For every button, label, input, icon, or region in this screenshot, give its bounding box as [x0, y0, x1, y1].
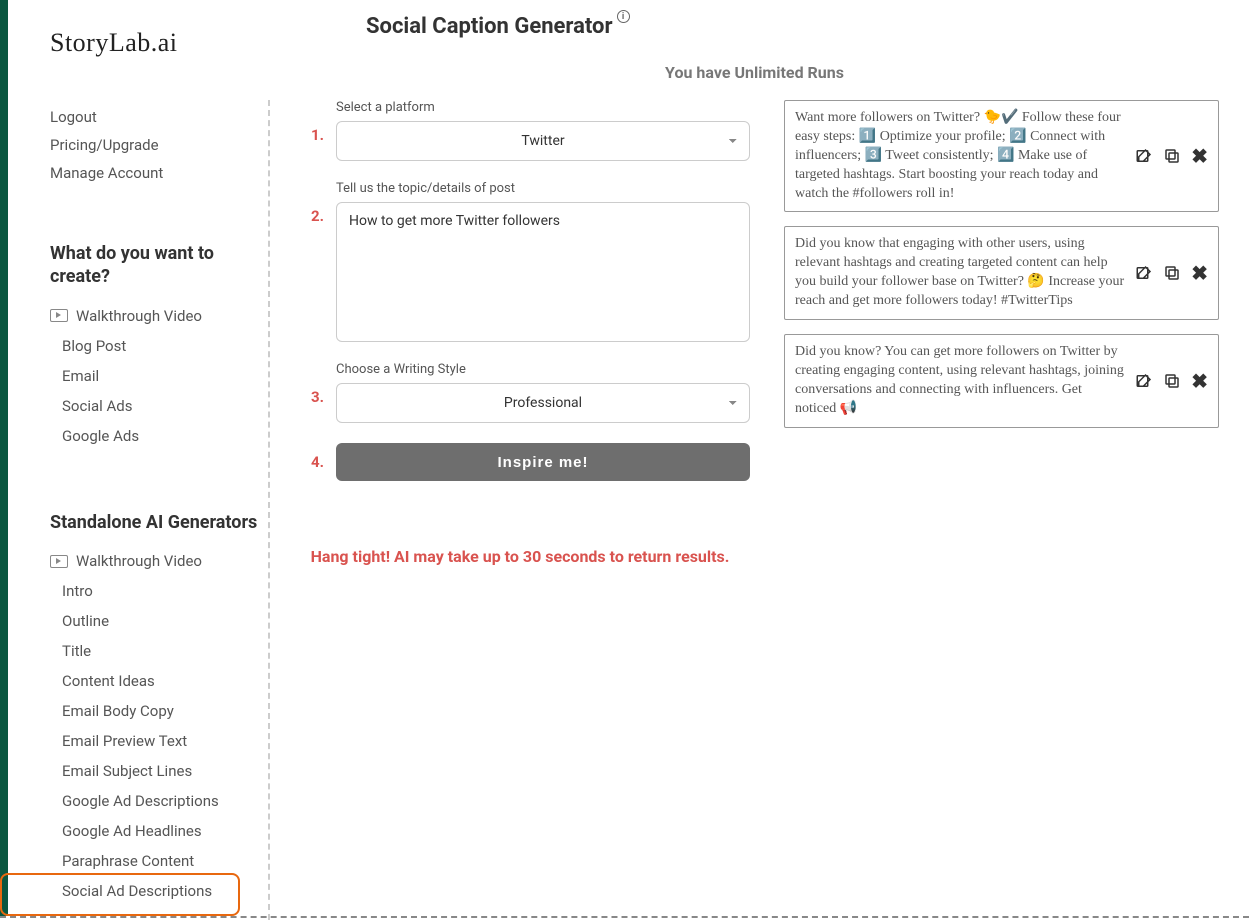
sidebar-item-label: Outline [62, 612, 109, 630]
copy-icon[interactable] [1163, 372, 1181, 390]
result-card: Did you know? You can get more followers… [784, 334, 1219, 428]
result-card: Did you know that engaging with other us… [784, 226, 1219, 320]
video-icon [50, 555, 68, 568]
step-label-style: Choose a Writing Style [336, 362, 750, 377]
sidebar-item-email-preview-text[interactable]: Email Preview Text [50, 726, 268, 756]
sidebar-item-email-subject-lines[interactable]: Email Subject Lines [50, 756, 268, 786]
logo: StoryLab.ai [50, 28, 268, 58]
copy-icon[interactable] [1163, 264, 1181, 282]
sidebar-item-label: Content Ideas [62, 672, 155, 690]
sidebar-item-label: Intro [62, 582, 93, 600]
sidebar-item-walkthrough-video-1[interactable]: Walkthrough Video [50, 301, 268, 331]
page-title: Social Caption Generator i [366, 14, 630, 39]
edit-icon[interactable] [1135, 372, 1153, 390]
sidebar-item-google-ad-descriptions[interactable]: Google Ad Descriptions [50, 786, 268, 816]
edit-icon[interactable] [1135, 147, 1153, 165]
main-content: Social Caption Generator i You have Unli… [290, 0, 1249, 916]
sidebar: StoryLab.ai Logout Pricing/Upgrade Manag… [8, 0, 268, 916]
sidebar-item-label: Blog Post [62, 337, 126, 355]
copy-icon[interactable] [1163, 147, 1181, 165]
section-standalone-list: Walkthrough Video Intro Outline Title Co… [50, 546, 268, 916]
sidebar-item-google-ads[interactable]: Google Ads [50, 421, 268, 451]
result-text: Want more followers on Twitter? 🐤✔️ Foll… [795, 109, 1125, 203]
sidebar-item-google-ad-headlines[interactable]: Google Ad Headlines [50, 816, 268, 846]
pricing-link[interactable]: Pricing/Upgrade [50, 136, 268, 154]
sidebar-item-content-ideas[interactable]: Content Ideas [50, 666, 268, 696]
result-text: Did you know that engaging with other us… [795, 235, 1125, 311]
sidebar-item-social-ads[interactable]: Social Ads [50, 391, 268, 421]
sidebar-item-intro[interactable]: Intro [50, 576, 268, 606]
sidebar-item-label: Google Ad Headlines [62, 822, 202, 840]
manage-account-link[interactable]: Manage Account [50, 164, 268, 182]
step-2: 2. Tell us the topic/details of post How… [290, 181, 750, 342]
vertical-divider [268, 100, 270, 920]
sidebar-item-blog-post[interactable]: Blog Post [50, 331, 268, 361]
form-column: 1. Select a platform Twitter 2. Tell us … [290, 100, 750, 569]
account-links: Logout Pricing/Upgrade Manage Account [50, 108, 268, 182]
sidebar-item-label: Walkthrough Video [76, 552, 202, 570]
sidebar-item-label: Email Preview Text [62, 732, 187, 750]
video-icon [50, 309, 68, 322]
step-3: 3. Choose a Writing Style Professional [290, 362, 750, 423]
sidebar-item-social-ad-headlines[interactable]: Social Ad Headlines [50, 906, 268, 916]
result-actions: ✖ [1135, 343, 1208, 419]
edit-icon[interactable] [1135, 264, 1153, 282]
sidebar-item-label: Social Ad Descriptions [62, 882, 212, 900]
close-icon[interactable]: ✖ [1191, 369, 1208, 393]
result-card: Want more followers on Twitter? 🐤✔️ Foll… [784, 100, 1219, 212]
close-icon[interactable]: ✖ [1191, 261, 1208, 285]
result-actions: ✖ [1135, 235, 1208, 311]
sidebar-item-label: Walkthrough Video [76, 307, 202, 325]
sidebar-item-label: Email [62, 367, 99, 385]
result-actions: ✖ [1135, 109, 1208, 203]
left-accent-bar [0, 0, 8, 916]
inspire-me-button[interactable]: Inspire me! [336, 443, 750, 481]
sidebar-item-label: Social Ads [62, 397, 132, 415]
sidebar-item-title[interactable]: Title [50, 636, 268, 666]
section-standalone-title: Standalone AI Generators [50, 511, 268, 534]
writing-style-select[interactable]: Professional [336, 383, 750, 423]
platform-select[interactable]: Twitter [336, 121, 750, 161]
step-number: 3. [290, 362, 336, 423]
wait-message: Hang tight! AI may take up to 30 seconds… [290, 545, 750, 569]
step-number: 4. [290, 443, 336, 481]
runs-message: You have Unlimited Runs [290, 63, 1219, 82]
sidebar-item-walkthrough-video-2[interactable]: Walkthrough Video [50, 546, 268, 576]
step-1: 1. Select a platform Twitter [290, 100, 750, 161]
sidebar-item-outline[interactable]: Outline [50, 606, 268, 636]
sidebar-item-label: Social Ad Headlines [62, 912, 195, 916]
sidebar-item-label: Title [62, 642, 91, 660]
step-number: 1. [290, 100, 336, 161]
close-icon[interactable]: ✖ [1191, 144, 1208, 168]
sidebar-item-paraphrase-content[interactable]: Paraphrase Content [50, 846, 268, 876]
results-column: Want more followers on Twitter? 🐤✔️ Foll… [784, 100, 1219, 569]
sidebar-item-label: Email Body Copy [62, 702, 174, 720]
sidebar-item-social-ad-descriptions[interactable]: Social Ad Descriptions [50, 876, 268, 906]
sidebar-item-label: Email Subject Lines [62, 762, 192, 780]
step-number: 2. [290, 181, 336, 342]
sidebar-item-label: Google Ad Descriptions [62, 792, 219, 810]
section-create-list: Walkthrough Video Blog Post Email Social… [50, 301, 268, 451]
sidebar-item-email[interactable]: Email [50, 361, 268, 391]
section-create-title: What do you want to create? [50, 242, 268, 289]
sidebar-item-email-body-copy[interactable]: Email Body Copy [50, 696, 268, 726]
step-label-topic: Tell us the topic/details of post [336, 181, 750, 196]
step-label-platform: Select a platform [336, 100, 750, 115]
info-icon[interactable]: i [617, 10, 630, 23]
topic-textarea[interactable]: How to get more Twitter followers [336, 202, 750, 342]
sidebar-item-label: Paraphrase Content [62, 852, 194, 870]
step-4: 4. Inspire me! [290, 443, 750, 481]
logout-link[interactable]: Logout [50, 108, 268, 126]
sidebar-item-label: Google Ads [62, 427, 139, 445]
page-title-text: Social Caption Generator [366, 14, 613, 39]
result-text: Did you know? You can get more followers… [795, 343, 1125, 419]
